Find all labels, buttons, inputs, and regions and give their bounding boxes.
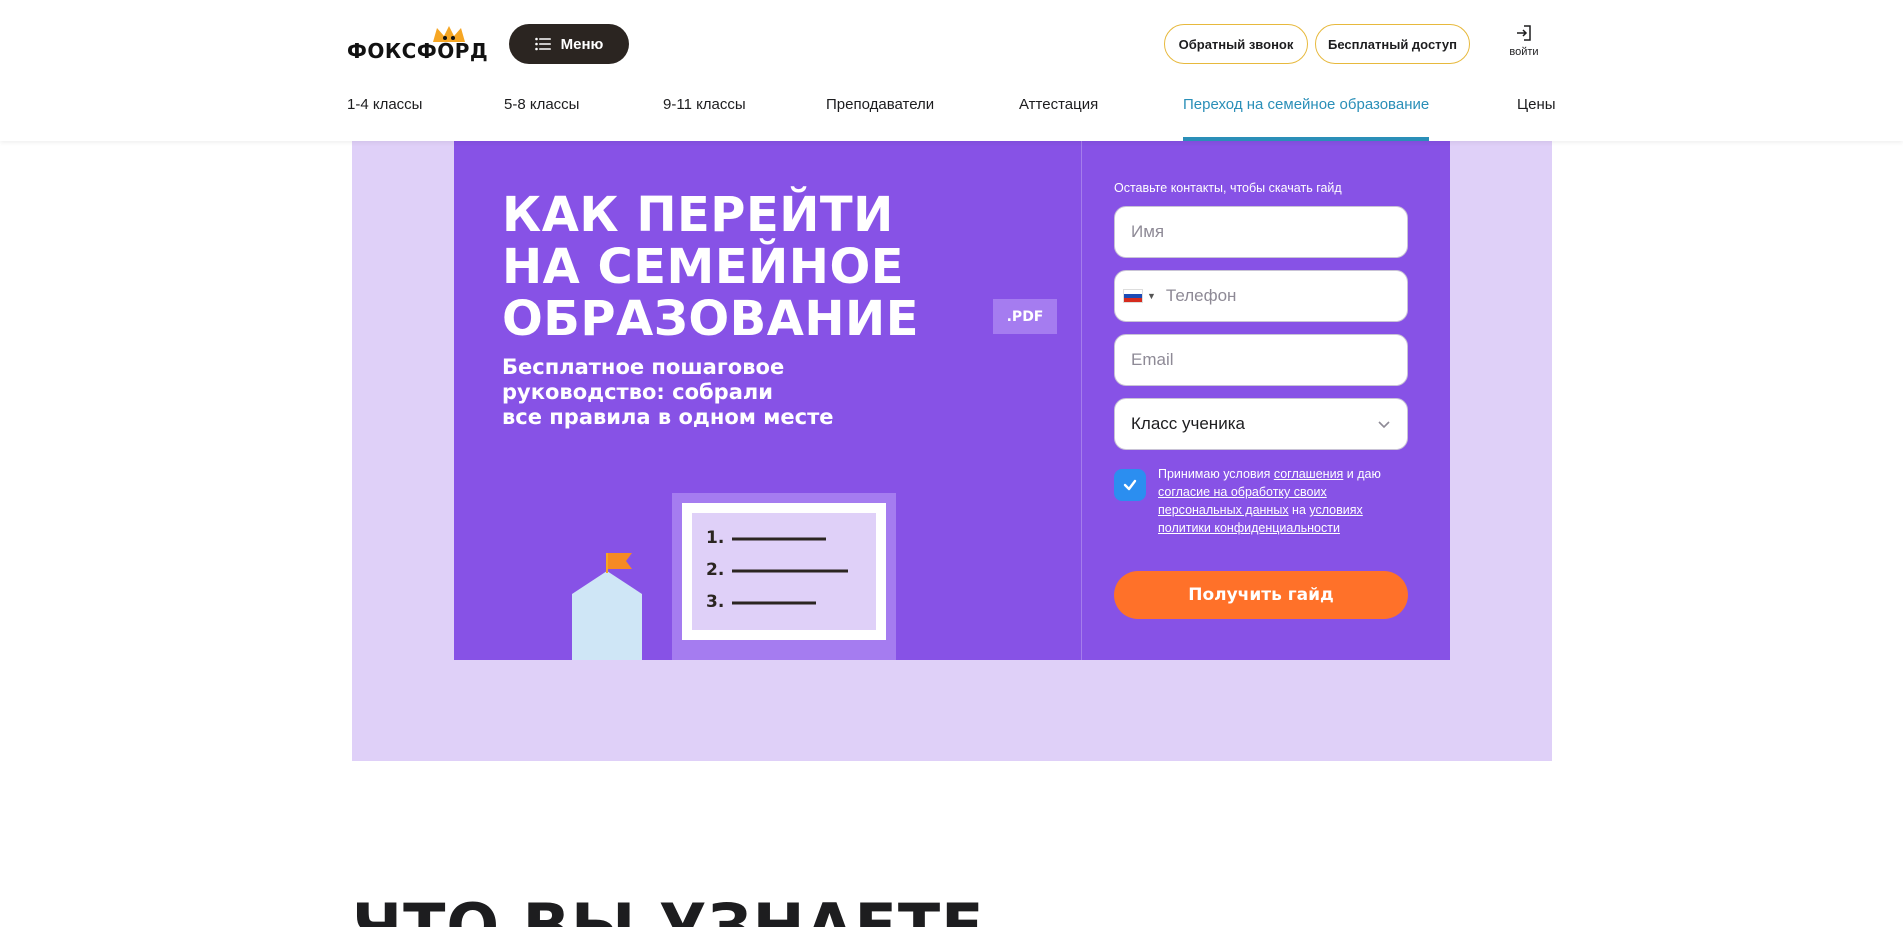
callback-button[interactable]: Обратный звонок — [1164, 24, 1308, 64]
checkmark-icon — [1123, 479, 1137, 491]
banner-divider — [1081, 141, 1082, 660]
banner-title-line-3: ОБРАЗОВАНИЕ — [502, 291, 919, 347]
nav-item-prices[interactable]: Цены — [1517, 96, 1556, 141]
section-title: ЧТО ВЫ УЗНАЕТЕ — [352, 890, 985, 927]
site-header: ФОКСФОРД Меню Обратный звонок Бесплатный… — [0, 0, 1903, 141]
list-number-2: 2. — [706, 560, 725, 580]
guide-banner: 1. 2. 3. КАК ПЕРЕЙТИ НА СЕМЕЙНОЕ ОБРАЗОВ… — [454, 141, 1450, 660]
login-icon — [1517, 25, 1531, 41]
email-input[interactable]: Email — [1114, 334, 1408, 386]
get-guide-button[interactable]: Получить гайд — [1114, 571, 1408, 619]
nav-item-teachers[interactable]: Преподаватели — [826, 96, 934, 141]
pdf-badge: .PDF — [993, 299, 1057, 334]
class-select[interactable]: Класс ученика — [1114, 398, 1408, 450]
consent-text: Принимаю условия соглашения и даю соглас… — [1158, 465, 1408, 537]
nav-item-5-8[interactable]: 5-8 классы — [504, 96, 579, 141]
list-number-3: 3. — [706, 592, 725, 612]
banner-subtitle-line-3: все правила в одном месте — [502, 405, 834, 429]
list-menu-icon — [534, 37, 551, 51]
list-number-1: 1. — [706, 528, 725, 548]
phone-input[interactable]: ▼ Телефон — [1114, 270, 1408, 322]
login-button[interactable]: войти — [1504, 24, 1544, 68]
menu-button-label: Меню — [560, 35, 604, 53]
phone-placeholder: Телефон — [1165, 286, 1237, 305]
consent-text-part-3: на — [1288, 503, 1310, 517]
free-access-button[interactable]: Бесплатный доступ — [1315, 24, 1470, 64]
menu-button[interactable]: Меню — [509, 24, 629, 64]
banner-subtitle-line-2: руководство: собрали — [502, 380, 773, 404]
nav-item-1-4[interactable]: 1-4 классы — [347, 96, 422, 141]
banner-title-line-1: КАК ПЕРЕЙТИ — [502, 187, 894, 243]
consent-checkbox[interactable] — [1114, 469, 1146, 501]
russia-flag-icon[interactable] — [1123, 289, 1143, 303]
form-caption: Оставьте контакты, чтобы скачать гайд — [1114, 181, 1342, 195]
consent-text-part-2: и даю — [1343, 467, 1381, 481]
banner-subtitle: Бесплатное пошаговое руководство: собрал… — [502, 355, 922, 430]
chevron-down-icon — [1378, 421, 1390, 429]
banner-title: КАК ПЕРЕЙТИ НА СЕМЕЙНОЕ ОБРАЗОВАНИЕ — [502, 189, 1062, 345]
nav-item-family-education[interactable]: Переход на семейное образование — [1183, 96, 1430, 141]
consent-text-part-1: Принимаю условия — [1158, 467, 1274, 481]
banner-title-line-2: НА СЕМЕЙНОЕ — [502, 239, 905, 295]
main-nav: 1-4 классы 5-8 классы 9-11 классы Препод… — [347, 90, 1556, 141]
class-select-value: Класс ученика — [1131, 414, 1245, 433]
logo-text: ФОКСФОРД — [347, 39, 489, 63]
name-input[interactable]: Имя — [1114, 206, 1408, 258]
login-label: войти — [1509, 46, 1539, 58]
consent-block: Принимаю условия соглашения и даю соглас… — [1114, 465, 1408, 545]
country-caret-icon[interactable]: ▼ — [1147, 291, 1156, 301]
nav-item-9-11[interactable]: 9-11 классы — [663, 96, 746, 141]
banner-subtitle-line-1: Бесплатное пошаговое — [502, 355, 785, 379]
nav-item-certification[interactable]: Аттестация — [1019, 96, 1098, 141]
agreement-link[interactable]: соглашения — [1274, 467, 1344, 481]
foxford-logo[interactable]: ФОКСФОРД — [347, 24, 489, 66]
